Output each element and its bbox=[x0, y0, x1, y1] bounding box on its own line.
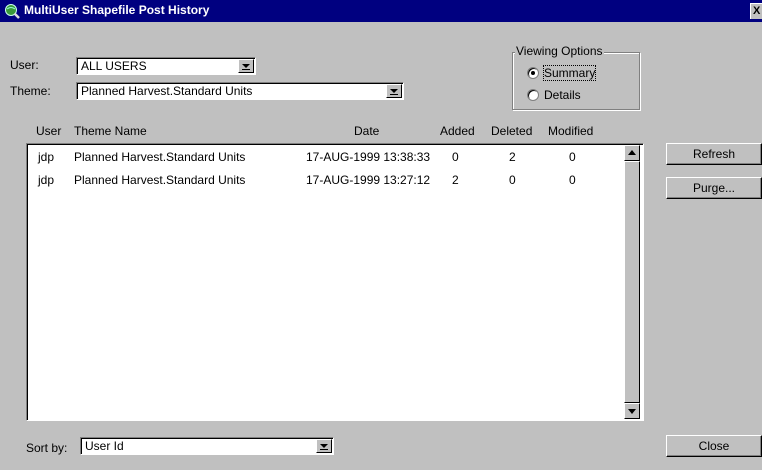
cell-deleted: 0 bbox=[509, 173, 516, 187]
title-bar[interactable]: MultiUser Shapefile Post History X bbox=[0, 0, 762, 22]
close-button[interactable]: Close bbox=[666, 435, 762, 457]
viewing-options-legend: Viewing Options bbox=[515, 44, 604, 58]
cell-deleted: 2 bbox=[509, 150, 516, 164]
scroll-thumb[interactable] bbox=[624, 161, 640, 403]
sort-by-select-value: User Id bbox=[85, 439, 124, 453]
column-header-user[interactable]: User bbox=[36, 124, 61, 138]
purge-button[interactable]: Purge... bbox=[666, 177, 762, 199]
column-header-modified[interactable]: Modified bbox=[548, 124, 593, 138]
cell-date: 17-AUG-1999 13:38:33 bbox=[306, 150, 431, 164]
scroll-up-arrow-icon[interactable] bbox=[624, 145, 640, 161]
window-title: MultiUser Shapefile Post History bbox=[24, 3, 210, 17]
cell-theme-name: Planned Harvest.Standard Units bbox=[74, 150, 246, 164]
close-window-button[interactable]: X bbox=[750, 3, 762, 19]
cell-user: jdp bbox=[38, 150, 55, 164]
column-header-added[interactable]: Added bbox=[440, 124, 475, 138]
refresh-button[interactable]: Refresh bbox=[666, 143, 762, 165]
sort-by-label: Sort by: bbox=[26, 441, 68, 455]
theme-select-value: Planned Harvest.Standard Units bbox=[81, 84, 253, 98]
theme-select[interactable]: Planned Harvest.Standard Units bbox=[76, 82, 404, 100]
cell-user: jdp bbox=[38, 173, 55, 187]
sort-by-select[interactable]: User Id bbox=[80, 437, 334, 455]
chevron-down-icon[interactable] bbox=[386, 84, 402, 98]
user-select-value: ALL USERS bbox=[81, 59, 147, 73]
details-radio[interactable] bbox=[527, 89, 539, 101]
chevron-down-icon[interactable] bbox=[238, 59, 254, 73]
theme-label: Theme: bbox=[10, 84, 51, 98]
user-label: User: bbox=[10, 58, 39, 72]
scroll-down-arrow-icon[interactable] bbox=[624, 403, 640, 419]
cell-theme-name: Planned Harvest.Standard Units bbox=[74, 173, 246, 187]
cell-added: 2 bbox=[452, 173, 459, 187]
cell-modified: 0 bbox=[569, 173, 576, 187]
cell-date: 17-AUG-1999 13:27:12 bbox=[306, 173, 431, 187]
globe-magnifier-icon bbox=[5, 4, 20, 19]
summary-radio[interactable] bbox=[527, 67, 539, 79]
column-header-date[interactable]: Date bbox=[354, 124, 379, 138]
list-scrollbar[interactable] bbox=[624, 145, 640, 419]
user-select[interactable]: ALL USERS bbox=[76, 57, 256, 75]
column-header-deleted[interactable]: Deleted bbox=[491, 124, 532, 138]
details-radio-label[interactable]: Details bbox=[544, 88, 581, 102]
chevron-down-icon[interactable] bbox=[316, 439, 332, 453]
summary-radio-label[interactable]: Summary bbox=[542, 65, 597, 81]
cell-added: 0 bbox=[452, 150, 459, 164]
column-header-theme-name[interactable]: Theme Name bbox=[74, 124, 147, 138]
cell-modified: 0 bbox=[569, 150, 576, 164]
